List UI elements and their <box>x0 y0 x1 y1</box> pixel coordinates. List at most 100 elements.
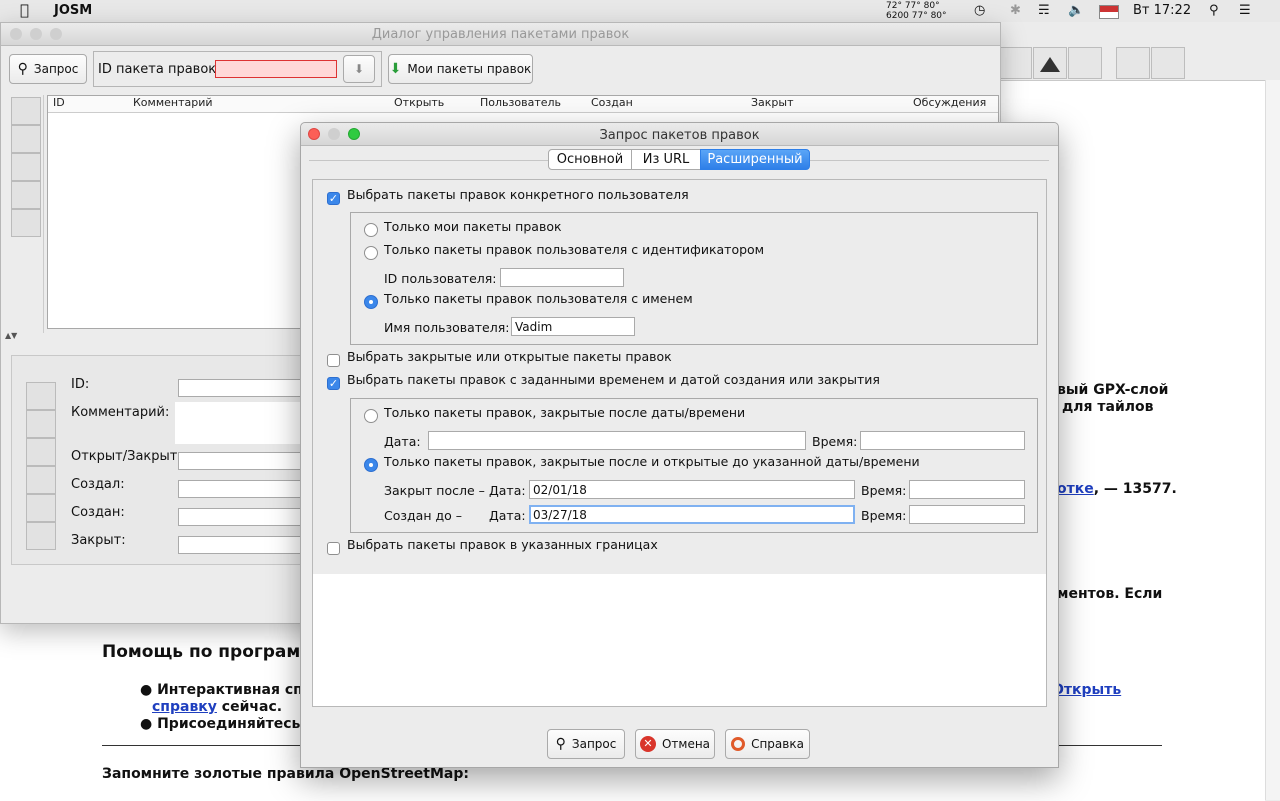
content-scrollbar[interactable] <box>1265 80 1280 800</box>
help-button-label: Справка <box>751 737 804 751</box>
created-before-time-input[interactable] <box>909 505 1025 524</box>
detail-select-icon[interactable] <box>26 494 56 522</box>
radio-by-user-id[interactable] <box>364 246 378 260</box>
zoom-tool-icon[interactable] <box>1116 47 1150 79</box>
volume-icon[interactable]: 🔈 <box>1068 3 1084 18</box>
help-link[interactable]: справку <box>152 699 217 715</box>
tab-basic[interactable]: Основной <box>548 149 632 170</box>
column-open[interactable]: Открыть <box>394 96 444 109</box>
spotlight-search-icon[interactable]: ⚲ <box>1209 3 1219 18</box>
query-dialog-titlebar: Запрос пакетов правок <box>301 123 1058 146</box>
radio-closed-created[interactable] <box>364 458 378 472</box>
cancel-button[interactable]: ✕ Отмена <box>635 729 715 759</box>
remove-changeset-icon[interactable] <box>11 209 41 237</box>
cancel-icon: ✕ <box>639 736 656 752</box>
bounds-checkbox-label: Выбрать пакеты правок в указанных границ… <box>347 537 658 552</box>
bounds-checkbox[interactable] <box>327 542 340 555</box>
download-content-icon[interactable] <box>11 181 41 209</box>
created-before-date-input[interactable]: 03/27/18 <box>529 505 855 524</box>
bg-link[interactable]: отке <box>1057 481 1094 497</box>
closed-after-time-input[interactable] <box>860 431 1025 450</box>
time-checkbox[interactable]: ✓ <box>327 377 340 390</box>
download-changeset-button[interactable]: ⬇ <box>343 55 375 83</box>
input-source-flag-icon[interactable] <box>1099 5 1119 19</box>
help-open-link[interactable]: Открыть <box>1052 682 1121 698</box>
query-button[interactable]: ⚲ Запрос <box>9 54 87 84</box>
closed-after-date-label: Дата: <box>384 434 421 449</box>
wifi-icon[interactable]: ☴ <box>1038 3 1050 18</box>
created-before-time-label: Время: <box>861 508 907 523</box>
lifebuoy-icon <box>731 737 746 751</box>
golden-rules-heading: Запомните золотые правила OpenStreetMap: <box>102 766 469 782</box>
changeset-side-toolbar <box>3 95 44 333</box>
help-bullet-2: ● Присоединяйтесь к <box>140 716 315 732</box>
detail-download-icon[interactable] <box>26 466 56 494</box>
created-before-date-label: Дата: <box>489 508 526 523</box>
notification-center-icon[interactable]: ☰ <box>1239 3 1251 18</box>
detail-zoom-icon[interactable] <box>26 522 56 550</box>
detail-toolbar <box>24 380 60 552</box>
query-button-label: Запрос <box>33 62 79 76</box>
apple-icon[interactable]:  <box>20 1 29 19</box>
toolbar-button-1[interactable] <box>998 47 1032 79</box>
user-checkbox[interactable]: ✓ <box>327 192 340 205</box>
detail-id-field[interactable] <box>178 379 312 397</box>
detail-open-closed-label: Открыт/Закрыт: <box>71 449 182 464</box>
weather-status[interactable]: 72° 77° 80° 6200 77° 80° <box>886 1 947 21</box>
detail-update-icon[interactable] <box>26 410 56 438</box>
tab-from-url[interactable]: Из URL <box>631 149 701 170</box>
column-user[interactable]: Пользователь <box>480 96 561 109</box>
split-pane-arrows-icon[interactable]: ▲▼ <box>5 331 17 340</box>
user-id-input[interactable] <box>500 268 624 287</box>
changeset-icon[interactable] <box>11 97 41 125</box>
tab-advanced[interactable]: Расширенный <box>700 149 810 170</box>
detail-refresh-icon[interactable] <box>26 438 56 466</box>
radio-closed-created-label: Только пакеты правок, закрытые после и о… <box>384 454 920 469</box>
column-discussions[interactable]: Обсуждения <box>913 96 986 109</box>
open-closed-checkbox[interactable] <box>327 354 340 367</box>
closed-after-date-input[interactable] <box>428 431 806 450</box>
help-button[interactable]: Справка <box>725 729 810 759</box>
detail-closed-field[interactable] <box>178 536 312 554</box>
radio-my-changesets-label: Только мои пакеты правок <box>384 219 562 234</box>
radio-by-user-id-label: Только пакеты правок пользователя с иден… <box>384 242 765 257</box>
query-dialog-title: Запрос пакетов правок <box>599 128 760 143</box>
detail-created-by-label: Создал: <box>71 477 125 492</box>
radio-by-username[interactable] <box>364 295 378 309</box>
closed-after-time-label: Время: <box>812 434 858 449</box>
user-checkbox-label: Выбрать пакеты правок конкретного пользо… <box>347 187 689 202</box>
update-changeset-icon[interactable] <box>11 153 41 181</box>
way-tool-icon[interactable] <box>1068 47 1102 79</box>
help-bullet-1: ● Интерактивная спра <box>140 682 322 698</box>
detail-created-by-field[interactable] <box>178 480 312 498</box>
radio-closed-after[interactable] <box>364 409 378 423</box>
closed-after-time2-input[interactable] <box>909 480 1025 499</box>
detail-created-field[interactable] <box>178 508 312 526</box>
bg-text-count: отке, — 13577. <box>1057 481 1177 497</box>
time-machine-icon[interactable]: ◷ <box>974 3 985 18</box>
time-options-group: Только пакеты правок, закрытые после дат… <box>350 398 1038 533</box>
column-created[interactable]: Создан <box>591 96 633 109</box>
mountain-icon[interactable] <box>1033 47 1067 79</box>
radio-my-changesets[interactable] <box>364 223 378 237</box>
query-submit-button[interactable]: ⚲ Запрос <box>547 729 625 759</box>
detail-changeset-icon[interactable] <box>26 382 56 410</box>
menubar-clock[interactable]: Вт 17:22 <box>1133 3 1191 18</box>
column-comment[interactable]: Комментарий <box>133 96 213 109</box>
my-changesets-label: Мои пакеты правок <box>407 62 532 76</box>
user-options-group: Только мои пакеты правок Только пакеты п… <box>350 212 1038 345</box>
my-changesets-button[interactable]: ⬇ Мои пакеты правок <box>388 54 533 84</box>
changeset-id-input[interactable] <box>215 60 337 78</box>
select-changeset-icon[interactable] <box>11 125 41 153</box>
column-id[interactable]: ID <box>53 96 65 109</box>
app-menu-name[interactable]: JOSM <box>54 3 92 18</box>
bluetooth-icon[interactable]: ✱ <box>1010 3 1021 18</box>
detail-comment-field[interactable] <box>175 402 312 444</box>
open-link-text[interactable]: Открыть <box>1052 682 1121 698</box>
closed-after-date2-input[interactable]: 02/01/18 <box>529 480 855 499</box>
search-tool-icon[interactable] <box>1151 47 1185 79</box>
detail-open-closed-field[interactable] <box>178 452 312 470</box>
username-input[interactable]: Vadim <box>511 317 635 336</box>
closed-after-time2-label: Время: <box>861 483 907 498</box>
column-closed[interactable]: Закрыт <box>751 96 794 109</box>
